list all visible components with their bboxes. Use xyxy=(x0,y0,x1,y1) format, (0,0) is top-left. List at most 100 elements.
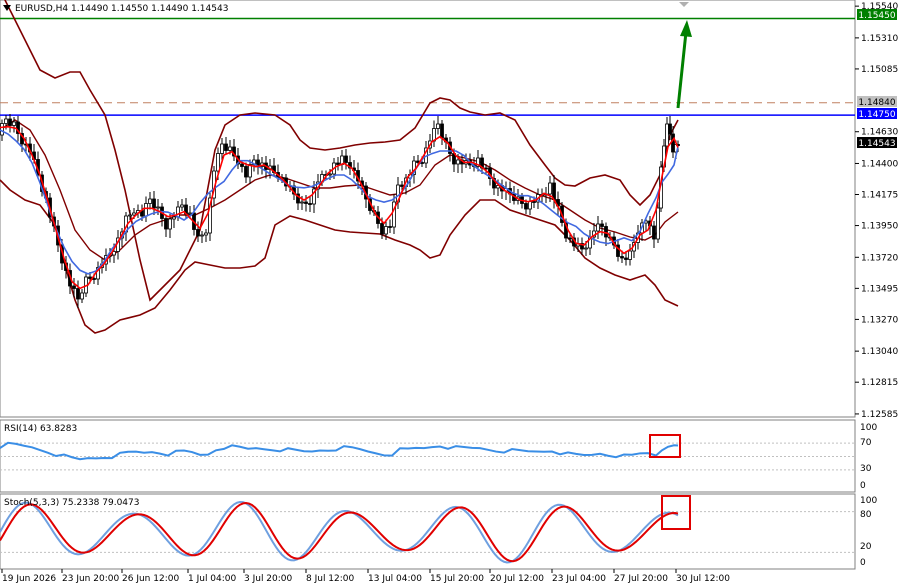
candle-body xyxy=(624,257,628,260)
time-axis: 19 Jun 2026 23 Jun 20:00 26 Jun 12:00 1 Jul… xyxy=(1,569,730,584)
rsi-level-100: 100 xyxy=(860,423,877,433)
candle-body xyxy=(204,232,208,236)
candle-body xyxy=(668,123,672,135)
price-tick-label: 1.13040 xyxy=(861,347,898,357)
candle-body xyxy=(244,166,248,178)
price-tick-label: 1.12585 xyxy=(861,410,898,420)
time-tick-label: 19 Jun 2026 xyxy=(2,574,56,584)
candle-body xyxy=(600,223,604,227)
candle-body xyxy=(76,288,80,300)
candle-body xyxy=(224,143,228,151)
candle-body xyxy=(344,155,348,163)
candle-body xyxy=(216,153,220,172)
candle-body xyxy=(671,133,675,153)
time-tick-label: 30 Jul 12:00 xyxy=(676,574,730,584)
candle-body xyxy=(228,146,232,151)
stoch-level-20: 20 xyxy=(860,542,872,552)
stoch-level-0: 0 xyxy=(860,558,866,568)
price-tick-label: 1.13495 xyxy=(861,284,898,294)
candle-body xyxy=(180,204,184,208)
candle-body xyxy=(304,201,308,204)
stoch-level-100: 100 xyxy=(860,496,877,506)
candle-body xyxy=(656,207,660,240)
time-tick-label: 23 Jul 04:00 xyxy=(552,574,606,584)
candle-body xyxy=(128,214,132,217)
candle-body xyxy=(652,225,656,240)
candle-body xyxy=(384,226,388,235)
candle-body xyxy=(436,123,440,129)
price-tick-label: 1.14630 xyxy=(861,128,898,138)
time-tick-label: 15 Jul 20:00 xyxy=(430,574,484,584)
level-label-1.15450: 1.15450 xyxy=(858,11,895,21)
candle-body xyxy=(4,118,8,124)
candle-body xyxy=(388,226,392,228)
candle-body xyxy=(665,123,669,147)
time-tick-label: 1 Jul 04:00 xyxy=(188,574,237,584)
candle-body xyxy=(628,250,632,260)
chart-canvas[interactable]: 1.155401.153101.150851.146301.144001.141… xyxy=(0,0,900,586)
time-tick-label: 26 Jun 12:00 xyxy=(122,574,179,584)
rsi-level-0: 0 xyxy=(860,481,866,491)
candle-body xyxy=(380,223,384,235)
candle-body xyxy=(144,203,148,217)
candle-body xyxy=(132,212,136,216)
candle-body xyxy=(148,198,152,204)
price-tick-label: 1.12815 xyxy=(861,378,898,388)
rsi-header: RSI(14) 63.8283 xyxy=(4,424,77,434)
candle-body xyxy=(300,201,304,204)
candle-body xyxy=(456,159,460,165)
price-tick-label: 1.13950 xyxy=(861,222,898,232)
time-tick-label: 27 Jul 20:00 xyxy=(614,574,668,584)
candle-body xyxy=(596,223,600,232)
time-tick-label: 23 Jun 20:00 xyxy=(62,574,119,584)
candle-body xyxy=(196,229,200,237)
time-tick-label: 13 Jul 04:00 xyxy=(368,574,422,584)
candle-body xyxy=(220,143,224,154)
time-tick-label: 3 Jul 20:00 xyxy=(244,574,293,584)
candle-body xyxy=(548,182,552,195)
level-label-1.14750: 1.14750 xyxy=(858,110,895,120)
candle-body xyxy=(188,212,192,215)
candle-body xyxy=(568,237,572,240)
symbol-header: EURUSD,H4 1.14490 1.14550 1.14490 1.1454… xyxy=(15,4,228,14)
current-price-label: 1.14543 xyxy=(858,139,895,149)
candle-body xyxy=(336,162,340,165)
candle-body xyxy=(524,203,528,210)
rsi-axis: 100 70 30 0 xyxy=(860,423,877,491)
stoch-axis: 100 80 20 0 xyxy=(860,496,877,568)
candle-body xyxy=(528,201,532,210)
candle-body xyxy=(80,292,84,300)
price-tick-label: 1.13720 xyxy=(861,253,898,263)
rsi-level-70: 70 xyxy=(860,438,872,448)
time-tick-label: 8 Jul 12:00 xyxy=(306,574,355,584)
candle-body xyxy=(152,198,156,209)
stoch-header: Stoch(5,3,3) 75.2338 79.0473 xyxy=(4,498,139,508)
stoch-level-80: 80 xyxy=(860,510,872,520)
candle-body xyxy=(604,226,608,238)
time-tick-label: 20 Jul 12:00 xyxy=(490,574,544,584)
level-label-1.14840: 1.14840 xyxy=(858,98,895,108)
price-axis: 1.155401.153101.150851.146301.144001.141… xyxy=(855,2,898,420)
rsi-level-30: 30 xyxy=(860,464,872,474)
candle-body xyxy=(440,123,444,139)
candle-body xyxy=(72,285,76,289)
price-tick-label: 1.13270 xyxy=(861,315,898,325)
candle-body xyxy=(620,256,624,259)
candle-body xyxy=(88,276,92,279)
candle-body xyxy=(156,206,160,209)
price-tick-label: 1.15085 xyxy=(861,65,898,75)
price-tick-label: 1.15310 xyxy=(861,34,898,44)
candle-body xyxy=(168,218,172,230)
candle-body xyxy=(328,173,332,176)
candle-body xyxy=(200,234,204,237)
candle-body xyxy=(8,118,12,126)
candle-body xyxy=(0,123,4,136)
candle-body xyxy=(172,216,176,220)
price-tick-label: 1.14400 xyxy=(861,159,898,169)
candle-body xyxy=(584,247,588,250)
candle-body xyxy=(400,184,404,187)
candle-body xyxy=(164,218,168,230)
candle-body xyxy=(12,121,16,126)
price-tick-label: 1.14175 xyxy=(861,191,898,201)
candle-body xyxy=(240,163,244,167)
